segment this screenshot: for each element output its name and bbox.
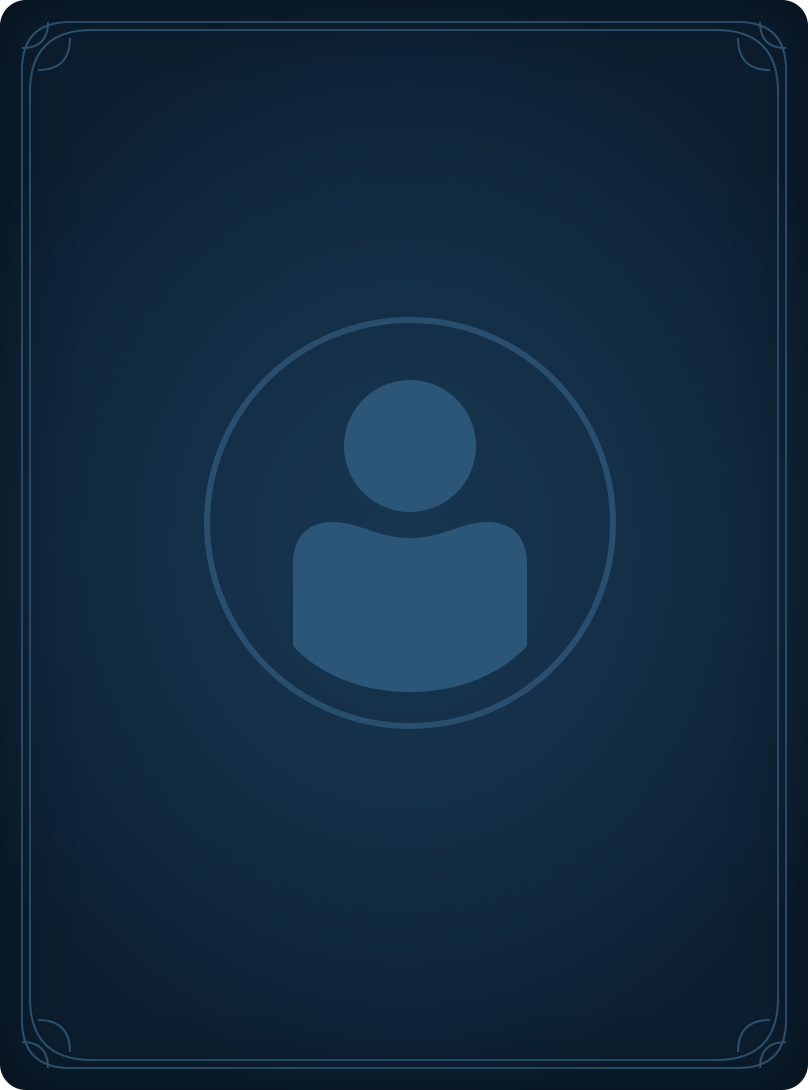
corner-ornament-icon [21,21,93,93]
corner-ornament-icon [21,997,93,1069]
corner-ornament-icon [715,997,787,1069]
avatar [201,314,619,732]
corner-ornament-icon [715,21,787,93]
profile-card [0,0,808,1090]
user-silhouette-icon [204,317,616,729]
